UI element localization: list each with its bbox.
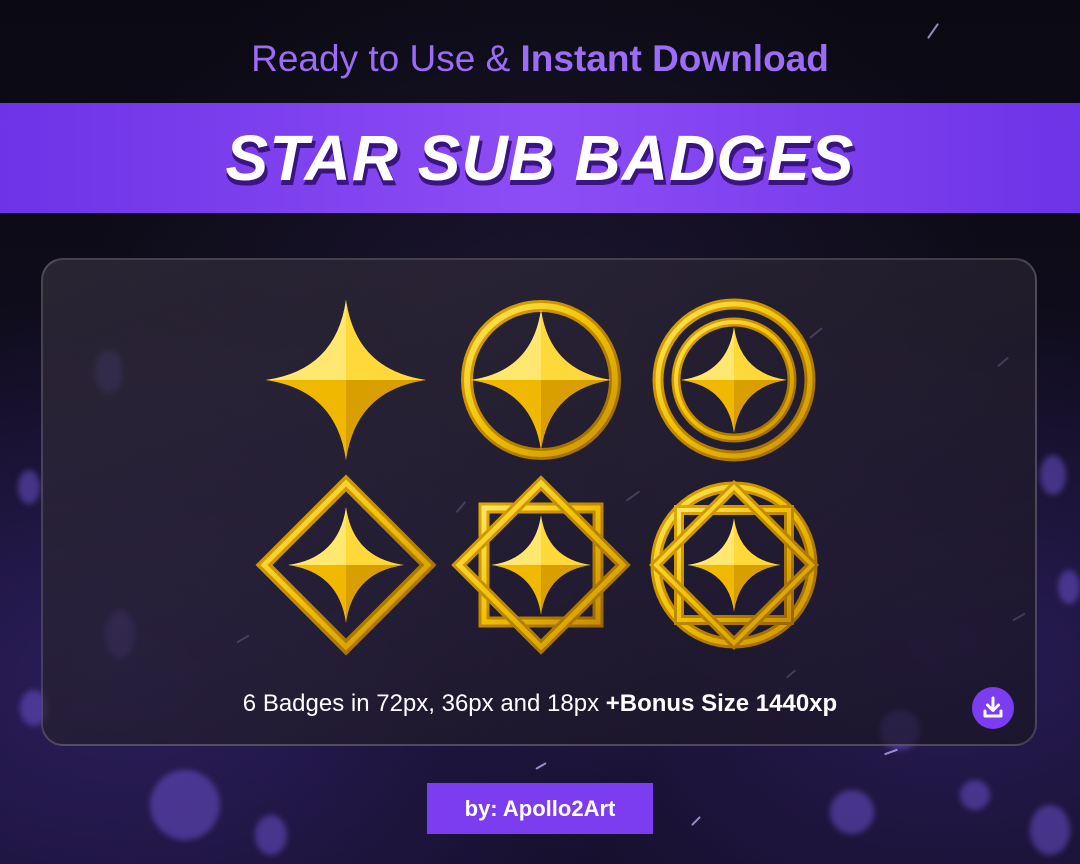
- bokeh-light: [830, 790, 874, 834]
- page-title: STAR SUB BADGES: [225, 122, 855, 194]
- bokeh-light: [960, 780, 990, 810]
- title-banner: STAR SUB BADGES: [0, 103, 1080, 213]
- badge-info: 6 Badges in 72px, 36px and 18px +Bonus S…: [0, 690, 1080, 718]
- download-button[interactable]: [972, 687, 1014, 729]
- bokeh-light: [18, 470, 40, 504]
- subtitle-text: Ready to Use &: [251, 38, 521, 79]
- bokeh-light: [1030, 805, 1070, 855]
- bokeh-light: [255, 815, 287, 855]
- badge-sizes-text: 6 Badges in 72px, 36px and 18px: [242, 690, 606, 717]
- bokeh-light: [150, 770, 220, 840]
- bokeh-light: [1040, 455, 1066, 495]
- bokeh-light: [1058, 570, 1080, 604]
- subtitle-highlight: Instant Download: [520, 38, 829, 79]
- author-badge: by: Apollo2Art: [427, 783, 653, 834]
- badge-panel: [41, 258, 1037, 746]
- download-icon: [983, 696, 1003, 718]
- subtitle: Ready to Use & Instant Download: [0, 38, 1080, 80]
- bonus-size-text: +Bonus Size 1440xp: [605, 690, 838, 717]
